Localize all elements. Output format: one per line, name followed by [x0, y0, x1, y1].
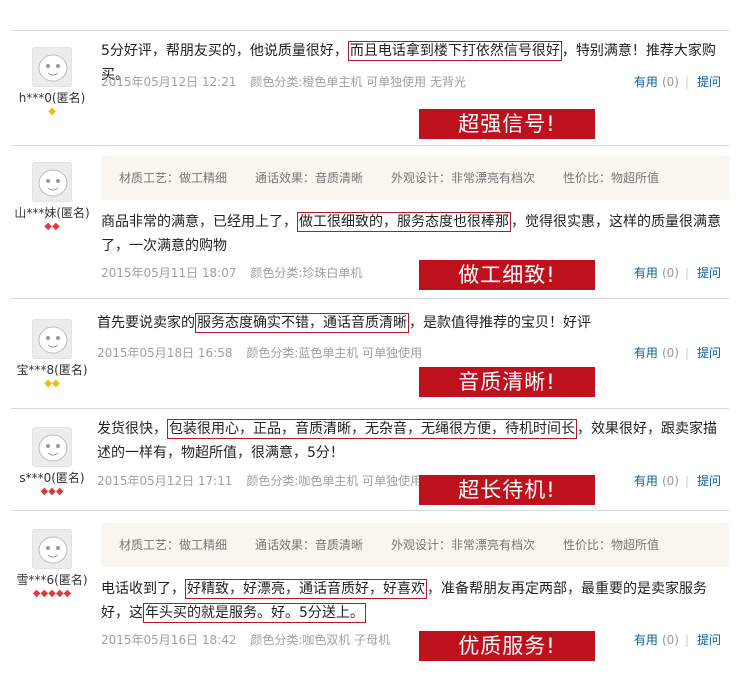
avatar[interactable] [32, 529, 72, 569]
avatar[interactable] [32, 47, 72, 87]
feature-banner: 超强信号! [419, 109, 595, 139]
feature-banner: 做工细致! [419, 260, 595, 290]
highlight-box: 包装很用心，正品，音质清晰，无杂音，无绳很方便，待机时间长 [167, 419, 577, 439]
tag-material: 材质工艺：做工精细 [119, 171, 228, 185]
reviewer-name[interactable]: 宝***8(匿名) [11, 361, 93, 378]
review-meta: 2015年05月11日 18:07 颜色分类:珍珠白单机 [101, 264, 362, 281]
ask-link[interactable]: 提问 [697, 346, 721, 360]
review-item: 宝***8(匿名) ◆◆ 首先要说卖家的 服务态度确实不错，通话音质清晰 ，是款值得… [11, 298, 729, 408]
review-actions: 有用 (0) | 提问 [633, 474, 721, 488]
review-actions: 有用 (0) | 提问 [633, 75, 721, 89]
useful-link[interactable]: 有用 [634, 266, 658, 280]
ask-link[interactable]: 提问 [697, 75, 721, 89]
review-meta: 2015年05月12日 12:21 颜色分类:橙色单主机 可单独使用 无背光 [101, 73, 466, 90]
reviewer-level-icon: ◆◆ [44, 221, 60, 232]
product-variant: 颜色分类:咖色单主机 可单独使用 [246, 474, 423, 488]
feature-banner: 超长待机! [419, 475, 595, 505]
tag-value: 性价比：物超所值 [563, 538, 660, 552]
product-variant: 颜色分类:珍珠白单机 [250, 266, 363, 280]
feature-banner: 优质服务! [419, 631, 595, 661]
ask-link[interactable]: 提问 [697, 266, 721, 280]
reviewer-level-icon: ◆◆ [44, 378, 60, 389]
tag-material: 材质工艺：做工精细 [119, 538, 228, 552]
reviewer-name[interactable]: 雪***6(匿名) [11, 571, 93, 588]
highlight-box: 而且电话拿到楼下打依然信号很好 [347, 41, 562, 61]
review-date: 2015年05月18日 16:58 [97, 346, 233, 360]
reviewer-info: h***0(匿名) ◆ [11, 47, 93, 118]
highlight-box: 做工很细致的，服务态度也很棒那 [297, 212, 511, 232]
review-text: 首先要说卖家的 服务态度确实不错，通话音质清晰 ，是款值得推荐的宝贝！好评 [97, 313, 591, 333]
useful-link[interactable]: 有用 [634, 75, 658, 89]
product-variant: 颜色分类:蓝色单主机 可单独使用 [246, 346, 423, 360]
product-variant: 颜色分类:咖色双机 子母机 [250, 633, 391, 647]
default-avatar-icon [38, 434, 68, 462]
review-actions: 有用 (0) | 提问 [633, 346, 721, 360]
feature-banner: 音质清晰! [419, 367, 595, 397]
useful-count: (0) [661, 266, 679, 280]
review-date: 2015年05月12日 17:11 [97, 474, 233, 488]
review-text: 发货很快， 包装很用心，正品，音质清晰，无杂音，无绳很方便，待机时间长 ，效果很好，… [97, 419, 717, 461]
avatar[interactable] [32, 162, 72, 202]
review-tags: 材质工艺：做工精细 通话效果：音质清晰 外观设计：非常漂亮有档次 性价比：物超所值 [101, 156, 729, 200]
review-item: s***0(匿名) ◆◆◆ 发货很快， 包装很用心，正品，音质清晰，无杂音，无绳很… [11, 408, 729, 510]
reviewer-name[interactable]: 山***妹(匿名) [11, 204, 93, 221]
reviewer-info: 山***妹(匿名) ◆◆ [11, 162, 93, 233]
review-date: 2015年05月16日 18:42 [101, 633, 237, 647]
review-text: 商品非常的满意，已经用上了， 做工很细致的，服务态度也很棒那 ，觉得很实惠，这样的质… [101, 212, 721, 254]
useful-link[interactable]: 有用 [634, 346, 658, 360]
useful-count: (0) [661, 75, 679, 89]
useful-link[interactable]: 有用 [634, 474, 658, 488]
highlight-box: 好精致，好漂亮，通话音质好，好喜欢 [185, 579, 427, 599]
review-meta: 2015年05月12日 17:11 颜色分类:咖色单主机 可单独使用 [97, 472, 422, 489]
review-text: 电话收到了， 好精致，好漂亮，通话音质好，好喜欢 ，准备帮朋友再定两部，最重要的是卖… [101, 579, 707, 623]
tag-call-quality: 通话效果：音质清晰 [255, 171, 364, 185]
highlight-box: 服务态度确实不错，通话音质清晰 [195, 313, 409, 333]
reviewer-name[interactable]: s***0(匿名) [11, 469, 93, 486]
reviewer-info: s***0(匿名) ◆◆◆ [11, 427, 93, 498]
review-item: h***0(匿名) ◆ 5分好评，帮朋友买的，他说质量很好， 而且电话拿到楼下打依… [11, 30, 729, 145]
ask-link[interactable]: 提问 [697, 474, 721, 488]
avatar[interactable] [32, 427, 72, 467]
review-tags: 材质工艺：做工精细 通话效果：音质清晰 外观设计：非常漂亮有档次 性价比：物超所值 [101, 523, 729, 567]
reviewer-level-icon: ◆◆◆◆◆ [32, 588, 72, 599]
tag-appearance: 外观设计：非常漂亮有档次 [391, 538, 536, 552]
default-avatar-icon [38, 326, 68, 354]
useful-count: (0) [661, 474, 679, 488]
tag-call-quality: 通话效果：音质清晰 [255, 538, 364, 552]
reviewer-info: 宝***8(匿名) ◆◆ [11, 319, 93, 390]
avatar[interactable] [32, 319, 72, 359]
review-meta: 2015年05月16日 18:42 颜色分类:咖色双机 子母机 [101, 631, 390, 648]
default-avatar-icon [38, 54, 68, 82]
useful-count: (0) [661, 633, 679, 647]
review-actions: 有用 (0) | 提问 [633, 266, 721, 280]
highlight-box: 年头买的就是服务。好。5分送上。 [143, 603, 366, 623]
product-variant: 颜色分类:橙色单主机 可单独使用 无背光 [250, 75, 466, 89]
review-item: 雪***6(匿名) ◆◆◆◆◆ 材质工艺：做工精细 通话效果：音质清晰 外观设计：非… [11, 510, 729, 685]
default-avatar-icon [38, 536, 68, 564]
reviewer-level-icon: ◆ [48, 106, 56, 117]
default-avatar-icon [38, 169, 68, 197]
review-date: 2015年05月11日 18:07 [101, 266, 237, 280]
tag-appearance: 外观设计：非常漂亮有档次 [391, 171, 536, 185]
useful-count: (0) [661, 346, 679, 360]
review-date: 2015年05月12日 12:21 [101, 75, 237, 89]
reviewer-name[interactable]: h***0(匿名) [11, 89, 93, 106]
ask-link[interactable]: 提问 [697, 633, 721, 647]
reviewer-level-icon: ◆◆◆ [40, 486, 64, 497]
review-item: 山***妹(匿名) ◆◆ 材质工艺：做工精细 通话效果：音质清晰 外观设计：非常漂亮… [11, 145, 729, 298]
review-actions: 有用 (0) | 提问 [633, 633, 721, 647]
reviewer-info: 雪***6(匿名) ◆◆◆◆◆ [11, 529, 93, 600]
useful-link[interactable]: 有用 [634, 633, 658, 647]
tag-value: 性价比：物超所值 [563, 171, 660, 185]
review-meta: 2015年05月18日 16:58 颜色分类:蓝色单主机 可单独使用 [97, 344, 422, 361]
